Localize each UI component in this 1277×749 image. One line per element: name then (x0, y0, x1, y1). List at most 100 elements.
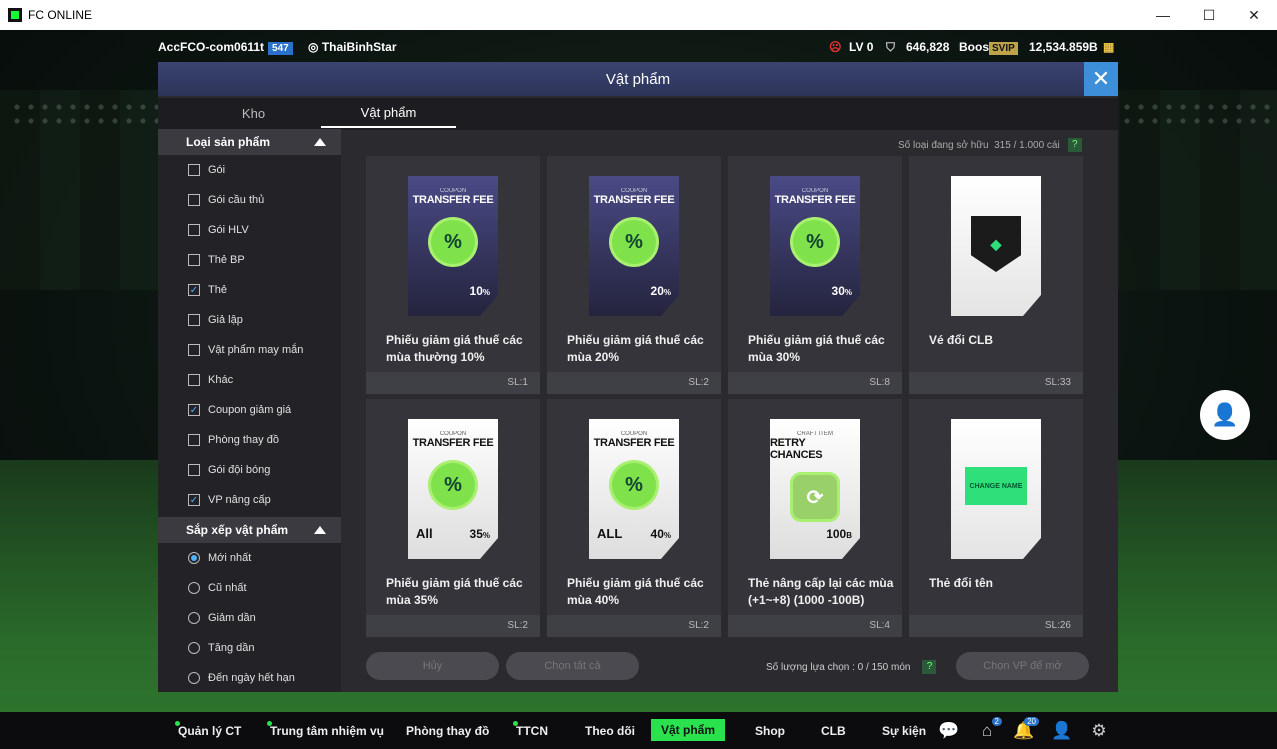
item-card[interactable]: ◆ Vé đổi CLB SL:33 (909, 156, 1083, 394)
nav-label: Theo dõi (585, 723, 635, 738)
radio-button[interactable] (188, 612, 200, 624)
filter-checkbox-row[interactable]: ✓ Coupon giảm giá (158, 395, 341, 425)
checkbox[interactable]: ✓ (188, 404, 200, 416)
filter-checkbox-row[interactable]: Gói cầu thủ (158, 185, 341, 215)
filter-checkbox-row[interactable]: ✓ VP nâng cấp (158, 485, 341, 515)
nav-ttcn[interactable]: TTCN (513, 712, 548, 749)
bell-icon[interactable]: 🔔 20 (1013, 717, 1039, 742)
retry-title: RETRY CHANCES (770, 437, 823, 461)
checkbox[interactable] (188, 194, 200, 206)
coins-text: 12,534.859B (1029, 40, 1098, 54)
filter-checkbox-row[interactable]: Gói đội bóng (158, 455, 341, 485)
checkbox[interactable]: ✓ (188, 284, 200, 296)
retry-value: 100B (826, 527, 852, 541)
boost-text: Boost (959, 40, 993, 54)
cancel-button[interactable]: Hủy (366, 652, 499, 680)
radio-button[interactable] (188, 582, 200, 594)
nav-clb[interactable]: CLB (821, 712, 846, 749)
nav-label: CLB (821, 723, 846, 738)
retry-number: 100 (826, 527, 847, 541)
profile-icon[interactable]: 👤 (1051, 720, 1073, 742)
nav-vat-pham[interactable]: Vật phẩm (651, 719, 726, 741)
filter-checkbox-row[interactable]: Khác (158, 365, 341, 395)
item-card[interactable]: COUPON TRANSFER FEE% 30% Phiếu giảm giá thu… (728, 156, 902, 394)
item-card[interactable]: COUPON TRANSFER FEE% 35% All Phiếu giảm giá … (366, 399, 540, 637)
modal-header: Vật phẩm ✕ (158, 62, 1118, 96)
sort-radio-row[interactable]: Cũ nhất (158, 573, 341, 603)
radio-button[interactable] (188, 552, 200, 564)
chat-icon[interactable]: 💬 (938, 720, 960, 742)
checkbox[interactable] (188, 344, 200, 356)
notification-dot (267, 721, 272, 726)
nav-label: Quản lý CT (178, 723, 242, 738)
coupon-title: TRANSFER FEE (412, 437, 494, 449)
discount-number: 35 (469, 527, 483, 541)
item-card[interactable]: COUPON TRANSFER FEE% 20% Phiếu giảm giá thu… (547, 156, 721, 394)
checkbox-label: Khác (208, 374, 234, 386)
checkbox[interactable] (188, 164, 200, 176)
radio-dot (191, 555, 197, 561)
nav-label: Vật phẩm (661, 723, 716, 737)
sort-radio-row[interactable]: Mới nhất (158, 543, 341, 573)
product-type-header[interactable]: Loại sản phẩm (158, 129, 341, 155)
level-text: LV 0 (849, 40, 874, 54)
notification-dot (513, 721, 518, 726)
filter-checkbox-row[interactable]: Giả lập (158, 305, 341, 335)
filter-checkbox-row[interactable]: Thẻ BP (158, 245, 341, 275)
close-icon[interactable]: ✕ (1084, 62, 1118, 96)
nav-theo-doi[interactable]: Theo dõi (585, 712, 635, 749)
checkbox[interactable]: ✓ (188, 494, 200, 506)
home-icon[interactable]: ⌂ 2 (976, 717, 1002, 742)
tab-vat-pham[interactable]: Vật phẩm (321, 98, 456, 128)
collapse-icon (314, 138, 326, 146)
filter-checkbox-row[interactable]: Gói (158, 155, 341, 185)
help-icon[interactable]: ? (922, 660, 937, 674)
maximize-icon[interactable]: ☐ (1186, 0, 1232, 30)
close-window-icon[interactable]: ✕ (1231, 0, 1277, 30)
club-name[interactable]: ◎ ThaiBinhStar (308, 40, 396, 54)
discount-number: 40 (650, 527, 664, 541)
item-name: Thẻ nâng cấp lại các mùa (+1~+8) (1000 -… (748, 576, 894, 607)
tab-kho[interactable]: Kho (186, 98, 321, 128)
discount-unit: % (482, 531, 490, 540)
checkbox-label: Gói HLV (208, 224, 249, 236)
discount-unit: % (663, 288, 671, 297)
coupon-title: TRANSFER FEE (593, 194, 675, 206)
checkbox[interactable] (188, 374, 200, 386)
window-titlebar: FC ONLINE — ☐ ✕ (0, 0, 1277, 30)
nav-phong-thay-do[interactable]: Phòng thay đồ (406, 712, 489, 749)
checkbox[interactable] (188, 434, 200, 446)
nav-label: TTCN (516, 723, 548, 738)
item-card[interactable]: COUPON TRANSFER FEE% 10% Phiếu giảm giá thu… (366, 156, 540, 394)
support-chat-icon[interactable]: 👤 (1200, 390, 1250, 440)
item-card[interactable]: CHANGE NAME Thẻ đổi tên SL:26 (909, 399, 1083, 637)
item-card[interactable]: COUPON TRANSFER FEE% 40% ALL Phiếu giảm giá … (547, 399, 721, 637)
coupon-card-art: COUPON TRANSFER FEE% 10% (408, 176, 498, 316)
nav-su-kien[interactable]: Sự kiện (882, 712, 926, 749)
sort-radio-row[interactable]: Giảm dần (158, 603, 341, 633)
filter-checkbox-row[interactable]: Phòng thay đồ (158, 425, 341, 455)
open-item-button[interactable]: Chọn VP để mở (956, 652, 1089, 680)
checkbox[interactable] (188, 224, 200, 236)
club-crest-icon: ◆ (971, 216, 1021, 272)
select-all-button[interactable]: Chọn tất cả (506, 652, 639, 680)
nav-shop[interactable]: Shop (755, 712, 785, 749)
retry-unit: B (846, 531, 852, 540)
help-icon[interactable]: ? (1067, 138, 1082, 152)
filter-checkbox-row[interactable]: Gói HLV (158, 215, 341, 245)
filter-checkbox-row[interactable]: ✓ Thẻ (158, 275, 341, 305)
minimize-icon[interactable]: — (1140, 0, 1186, 30)
stadium-lights (10, 100, 170, 130)
checkbox[interactable] (188, 254, 200, 266)
percent-seal-icon: % (431, 220, 475, 264)
checkbox[interactable] (188, 464, 200, 476)
settings-icon[interactable]: ⚙ (1088, 720, 1110, 742)
checkbox[interactable] (188, 314, 200, 326)
item-card[interactable]: CRAFT ITEM RETRY CHANCES ⟳ 100B Thẻ nâng cấp… (728, 399, 902, 637)
sort-header[interactable]: Sắp xếp vật phẩm (158, 517, 341, 543)
filter-checkbox-row[interactable]: Vật phẩm may mắn (158, 335, 341, 365)
nav-quan-ly-ct[interactable]: Quản lý CT (175, 712, 242, 749)
nav-trung-tam-nhiem-vu[interactable]: Trung tâm nhiệm vụ (267, 712, 384, 749)
modal-tabs: Kho Vật phẩm (158, 98, 1118, 130)
all-label: All (416, 526, 433, 541)
